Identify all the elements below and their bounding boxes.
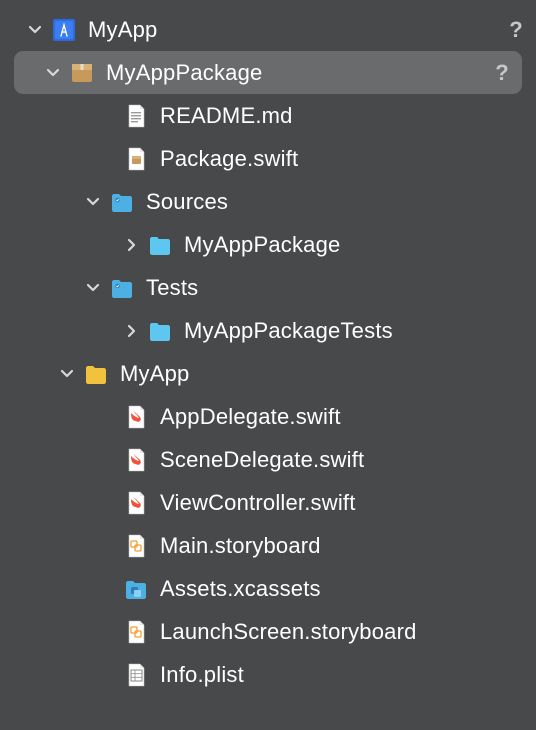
folder-group-icon	[108, 274, 136, 302]
tree-row-launchscreen[interactable]: LaunchScreen.storyboard	[0, 610, 536, 653]
tree-label: ViewController.swift	[160, 490, 526, 516]
storyboard-file-icon	[122, 618, 150, 646]
tree-row-myapp-folder[interactable]: MyApp	[0, 352, 536, 395]
tree-row-package[interactable]: MyAppPackage ?	[14, 51, 522, 94]
tree-label: MyApp	[120, 361, 526, 387]
chevron-down-icon[interactable]	[82, 191, 104, 213]
swift-file-icon	[122, 489, 150, 517]
chevron-down-icon[interactable]	[82, 277, 104, 299]
tree-label: Tests	[146, 275, 526, 301]
text-file-icon	[122, 102, 150, 130]
storyboard-file-icon	[122, 532, 150, 560]
plist-file-icon	[122, 661, 150, 689]
tree-row-viewcontroller[interactable]: ViewController.swift	[0, 481, 536, 524]
scm-status: ?	[506, 17, 526, 43]
tree-row-sources[interactable]: Sources	[0, 180, 536, 223]
tree-row-root[interactable]: MyApp ?	[0, 8, 536, 51]
chevron-down-icon[interactable]	[24, 19, 46, 41]
tree-row-mainstoryboard[interactable]: Main.storyboard	[0, 524, 536, 567]
chevron-right-icon[interactable]	[120, 320, 142, 342]
tree-row-sources-pkg[interactable]: MyAppPackage	[0, 223, 536, 266]
folder-group-icon	[108, 188, 136, 216]
folder-yellow-icon	[82, 360, 110, 388]
tree-label: MyAppPackage	[106, 60, 492, 86]
tree-row-tests[interactable]: Tests	[0, 266, 536, 309]
package-swift-icon	[122, 145, 150, 173]
xcode-project-icon	[50, 16, 78, 44]
tree-label: LaunchScreen.storyboard	[160, 619, 526, 645]
tree-row-infoplist[interactable]: Info.plist	[0, 653, 536, 696]
tree-label: MyAppPackage	[184, 232, 526, 258]
swift-file-icon	[122, 403, 150, 431]
scm-status: ?	[492, 60, 512, 86]
tree-row-scenedelegate[interactable]: SceneDelegate.swift	[0, 438, 536, 481]
package-icon	[68, 59, 96, 87]
tree-row-assets[interactable]: Assets.xcassets	[0, 567, 536, 610]
tree-label: Info.plist	[160, 662, 526, 688]
tree-label: README.md	[160, 103, 526, 129]
tree-label: Package.swift	[160, 146, 526, 172]
tree-row-packageswift[interactable]: Package.swift	[0, 137, 536, 180]
chevron-down-icon[interactable]	[42, 62, 64, 84]
tree-label: SceneDelegate.swift	[160, 447, 526, 473]
tree-label: AppDelegate.swift	[160, 404, 526, 430]
tree-row-appdelegate[interactable]: AppDelegate.swift	[0, 395, 536, 438]
chevron-right-icon[interactable]	[120, 234, 142, 256]
folder-icon	[146, 317, 174, 345]
swift-file-icon	[122, 446, 150, 474]
tree-row-readme[interactable]: README.md	[0, 94, 536, 137]
chevron-down-icon[interactable]	[56, 363, 78, 385]
tree-label: MyAppPackageTests	[184, 318, 526, 344]
tree-label: MyApp	[88, 17, 506, 43]
tree-row-tests-pkg[interactable]: MyAppPackageTests	[0, 309, 536, 352]
folder-icon	[146, 231, 174, 259]
tree-label: Assets.xcassets	[160, 576, 526, 602]
tree-label: Main.storyboard	[160, 533, 526, 559]
tree-label: Sources	[146, 189, 526, 215]
assets-catalog-icon	[122, 575, 150, 603]
